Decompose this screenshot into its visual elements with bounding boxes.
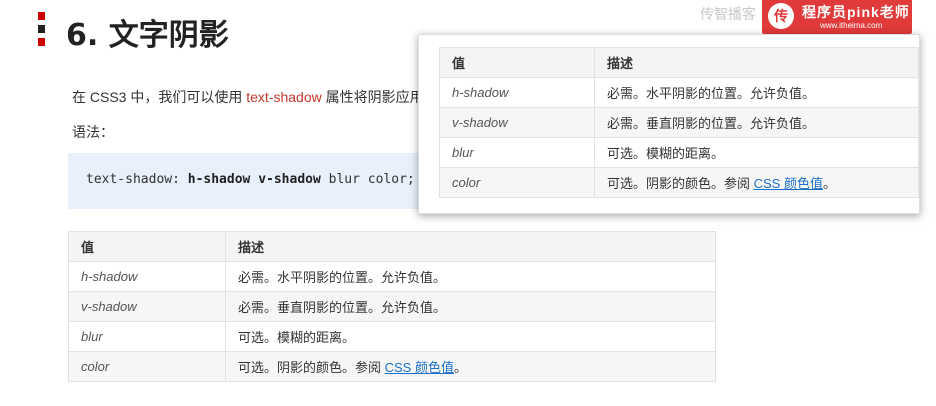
heading-bullets [38,12,48,48]
css-color-link[interactable]: CSS 颜色值 [385,360,454,375]
zoomed-table-popup: 值 描述 h-shadow 必需。水平阴影的位置。允许负值。 v-shadow … [418,34,920,214]
table-row: h-shadow 必需。水平阴影的位置。允许负值。 [68,261,716,292]
table-cell-desc: 必需。垂直阴影的位置。允许负值。 [594,107,919,138]
table-cell-desc: 必需。水平阴影的位置。允许负值。 [225,261,716,292]
table-header-value: 值 [439,47,595,78]
desc-text: 可选。阴影的颜色。参阅 [607,176,754,191]
table-header-row: 值 描述 [439,47,919,78]
code-text: text-shadow: h-shadow v-shadow blur colo… [86,172,415,187]
table-row: v-shadow 必需。垂直阴影的位置。允许负值。 [68,291,716,322]
table-row: h-shadow 必需。水平阴影的位置。允许负值。 [439,77,919,108]
syntax-label: 语法： [72,124,114,140]
table-cell-value: v-shadow [68,291,226,322]
table-cell-value: color [68,351,226,382]
brand-url: www.itheima.com [820,21,883,30]
desc-text: 可选。阴影的颜色。参阅 [238,360,385,375]
table-row: color 可选。阴影的颜色。参阅 CSS 颜色值。 [439,167,919,198]
table-row: blur 可选。模糊的距离。 [68,321,716,352]
intro-keyword: text-shadow [246,89,322,105]
table-cell-value: h-shadow [439,77,595,108]
brand-logo-icon: 传 [768,3,794,29]
brand-name: 程序员pink老师 [802,4,910,20]
intro-text-before: 在 CSS3 中，我们可以使用 [72,89,247,105]
css-color-link[interactable]: CSS 颜色值 [754,176,823,191]
code-bold: h-shadow v-shadow [187,172,321,187]
table-cell-desc: 可选。模糊的距离。 [225,321,716,352]
table-row: blur 可选。模糊的距离。 [439,137,919,168]
table-cell-desc: 可选。阴影的颜色。参阅 CSS 颜色值。 [225,351,716,382]
table-header-row: 值 描述 [68,231,716,262]
table-cell-value: blur [68,321,226,352]
desc-end: 。 [822,176,836,191]
table-cell-desc: 必需。水平阴影的位置。允许负值。 [594,77,919,108]
table-cell-desc: 可选。模糊的距离。 [594,137,919,168]
table-cell-value: blur [439,137,595,168]
table-cell-value: color [439,167,595,198]
property-table: 值 描述 h-shadow 必需。水平阴影的位置。允许负值。 v-shadow … [68,231,716,382]
table-row: color 可选。阴影的颜色。参阅 CSS 颜色值。 [68,351,716,382]
table-row: v-shadow 必需。垂直阴影的位置。允许负值。 [439,107,919,138]
popup-property-table: 值 描述 h-shadow 必需。水平阴影的位置。允许负值。 v-shadow … [439,47,919,198]
table-cell-value: h-shadow [68,261,226,292]
table-header-desc: 描述 [225,231,716,262]
table-cell-desc: 必需。垂直阴影的位置。允许负值。 [225,291,716,322]
table-header-desc: 描述 [594,47,919,78]
table-header-value: 值 [68,231,226,262]
table-cell-value: v-shadow [439,107,595,138]
watermark: 传智播客 [700,6,756,22]
code-suffix: blur color; [320,172,415,187]
code-prefix: text-shadow: [86,172,188,187]
brand-banner: 传 程序员pink老师 www.itheima.com [762,0,912,34]
page-title: 6. 文字阴影 [66,18,229,53]
code-block: text-shadow: h-shadow v-shadow blur colo… [68,153,428,209]
table-cell-desc: 可选。阴影的颜色。参阅 CSS 颜色值。 [594,167,919,198]
desc-end: 。 [453,360,467,375]
